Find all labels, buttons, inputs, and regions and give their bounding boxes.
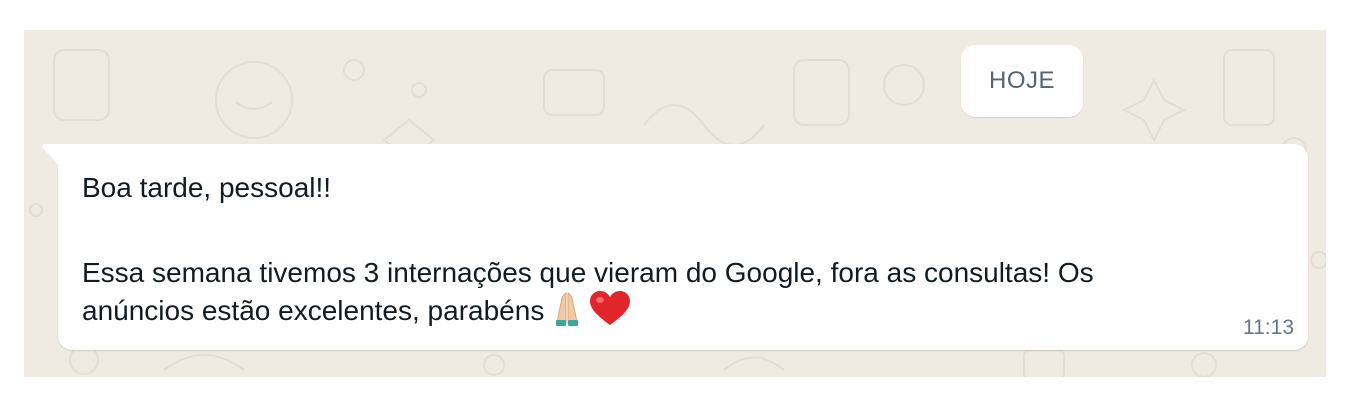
message-line-closing-text: anúncios estão excelentes, parabéns [82,294,545,326]
folded-hands-icon [550,291,584,334]
message-timestamp: 11:13 [1243,316,1294,339]
bubble-tail [42,144,59,166]
message-line-greeting: Boa tarde, pessoal!! [82,172,332,203]
date-separator-label: HOJE [988,67,1055,94]
message-line-body: Essa semana tivemos 3 internações que vi… [82,257,1094,288]
red-heart-icon [590,291,631,334]
chat-background: HOJE Boa tarde, pessoal!! Essa semana ti… [24,30,1326,377]
date-separator-chip: HOJE [961,45,1083,117]
message-line-closing: anúncios estão excelentes, parabéns [82,291,631,334]
incoming-message-bubble[interactable]: Boa tarde, pessoal!! Essa semana tivemos… [42,144,1308,350]
